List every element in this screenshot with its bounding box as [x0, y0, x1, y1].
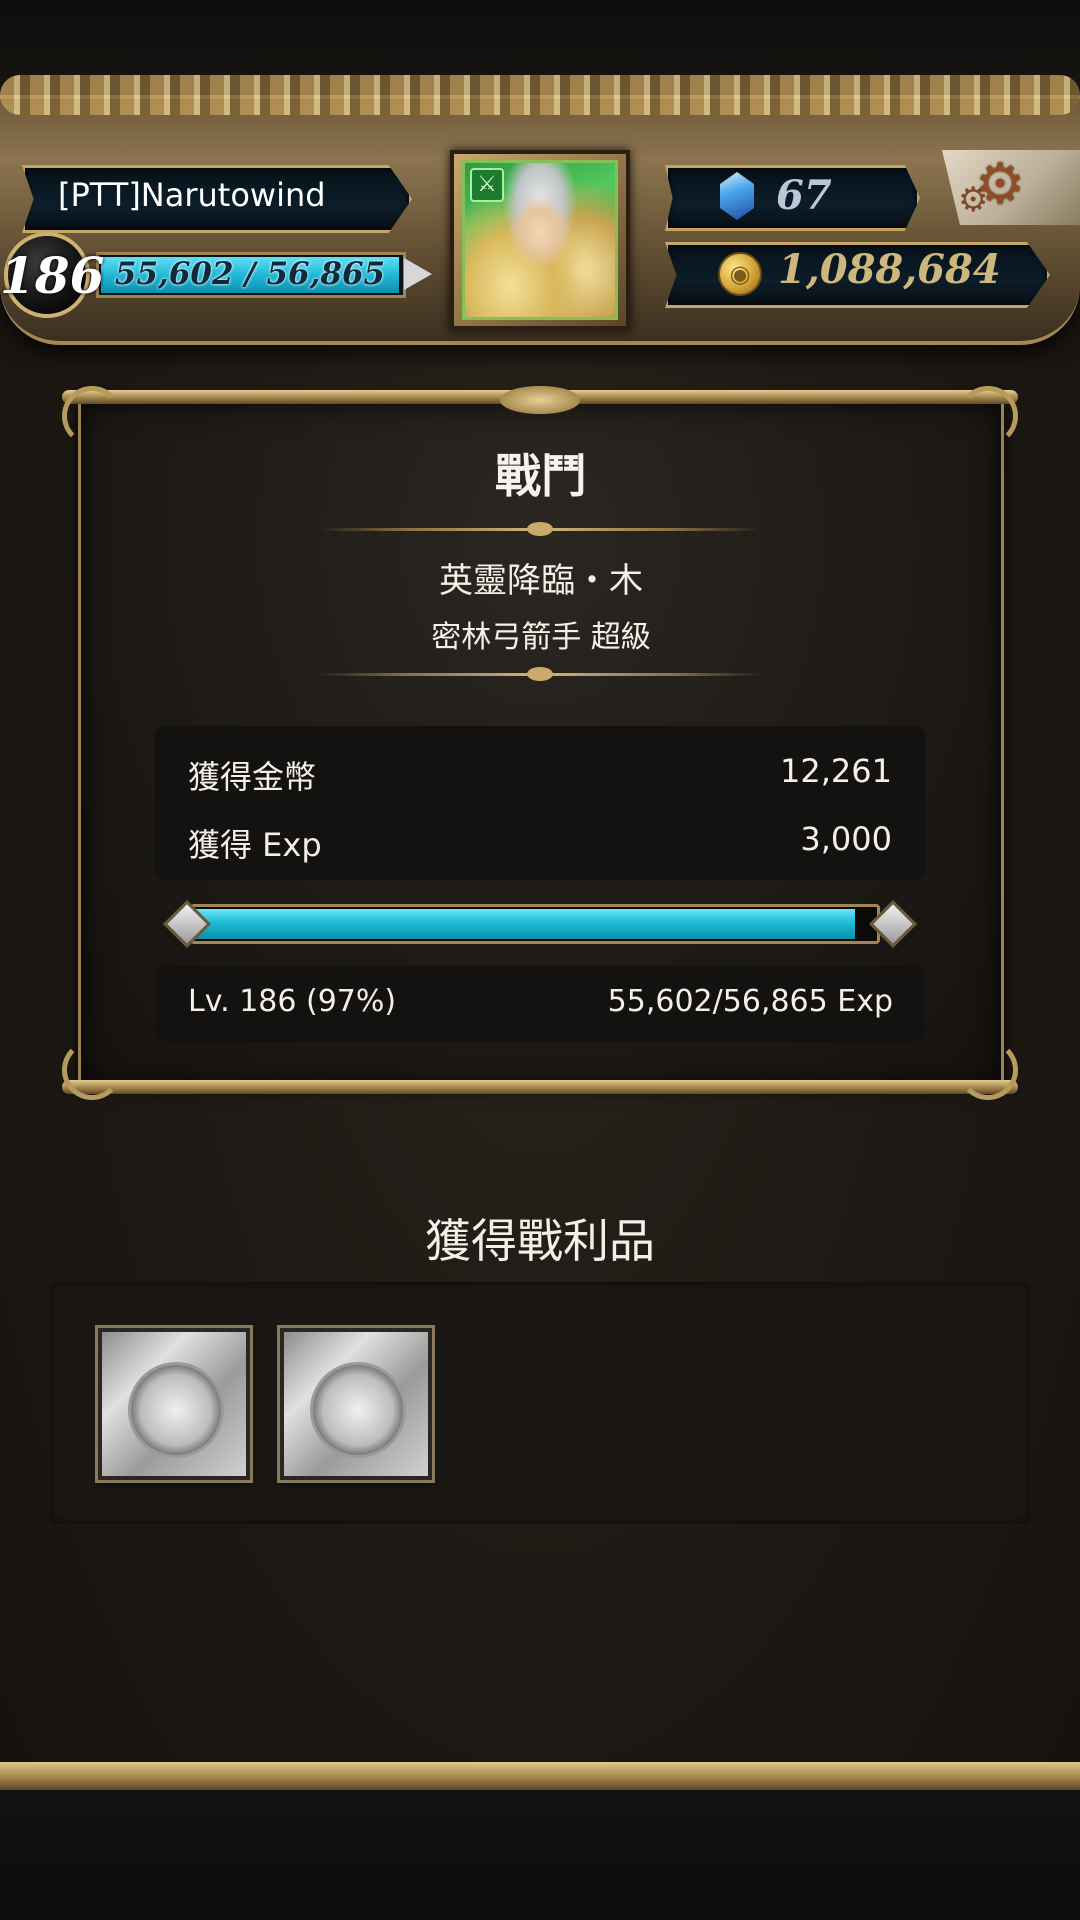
- divider-ornament: [527, 667, 553, 681]
- loot-title: 獲得戰利品: [425, 1214, 655, 1268]
- level-exp-text: 55,602/56,865 Exp: [607, 984, 893, 1019]
- silver-seal-icon: [310, 1362, 406, 1458]
- exp-earned-value: 3,000: [800, 820, 892, 858]
- level-number: 186: [0, 246, 105, 305]
- gear-icon[interactable]: ⚙: [975, 152, 1025, 217]
- bottom-frame: [0, 1762, 1080, 1792]
- gem-count: 67: [776, 172, 832, 219]
- level-progress-fill: [195, 909, 855, 939]
- wood-element-icon: ⚔: [470, 168, 504, 202]
- exp-earned-label: 獲得 Exp: [188, 826, 322, 864]
- player-name: [PTT]Narutowind: [58, 176, 326, 214]
- silver-seal-icon: [128, 1362, 224, 1458]
- divider-ornament: [527, 522, 553, 536]
- corner-ornament: [958, 1040, 1018, 1100]
- corner-ornament: [62, 1040, 122, 1100]
- corner-ornament: [958, 386, 1018, 446]
- level-percent-text: Lv. 186 (97%): [188, 984, 397, 1019]
- header-exp-text: 55,602 / 56,865: [114, 256, 386, 292]
- stage-difficulty: 密林弓箭手 超級: [431, 620, 651, 655]
- header-ornament: [0, 75, 1080, 115]
- corner-ornament: [62, 386, 122, 446]
- battle-title: 戰鬥: [495, 449, 587, 503]
- loot-item[interactable]: [280, 1328, 432, 1480]
- coin-icon: ◉: [718, 252, 762, 296]
- coin-count: 1,088,684: [778, 246, 1001, 293]
- stage-name: 英靈降臨・木: [439, 561, 643, 601]
- panel-crest: [500, 386, 580, 414]
- panel-bottom-frame: [62, 1080, 1018, 1094]
- loot-item[interactable]: [98, 1328, 250, 1480]
- coins-earned-label: 獲得金幣: [188, 758, 317, 796]
- header-exp-bar-tip: [404, 258, 432, 290]
- bottom-background: [0, 1790, 1080, 1920]
- coins-earned-value: 12,261: [780, 752, 892, 790]
